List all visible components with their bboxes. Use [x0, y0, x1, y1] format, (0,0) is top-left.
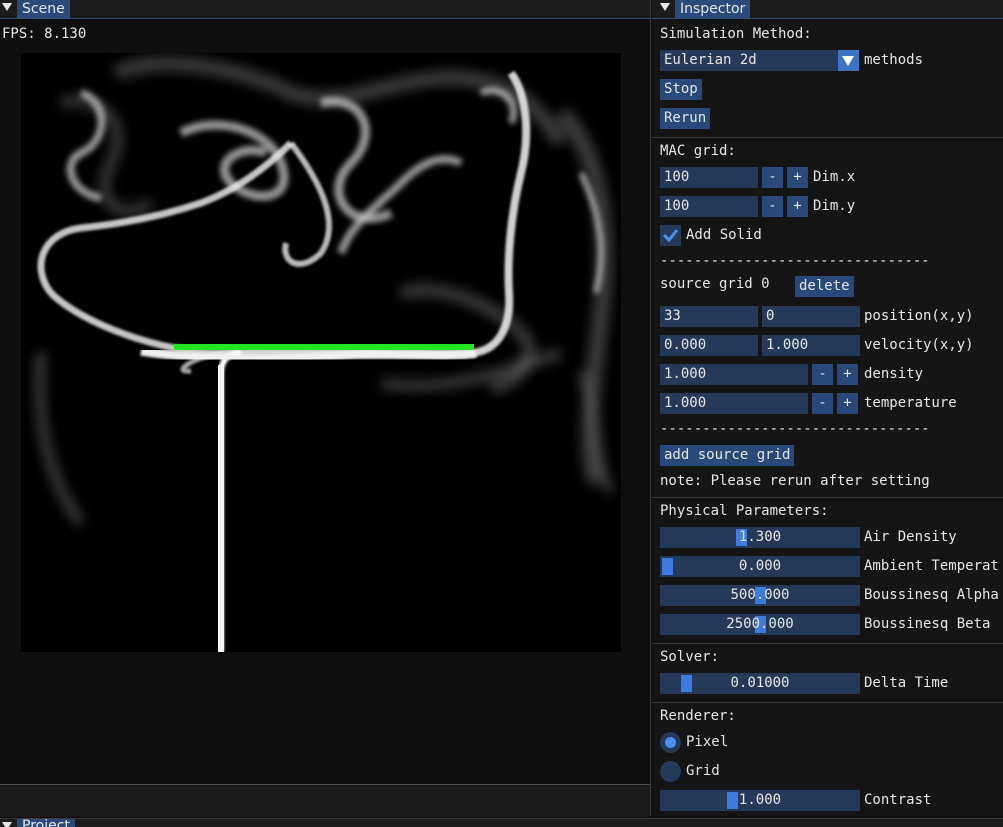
ambient-temperature-value: 0.000: [738, 558, 782, 574]
density-input[interactable]: 1.000: [660, 364, 808, 385]
project-panel: Project: [0, 818, 1003, 827]
separator: [652, 643, 1003, 644]
solid-obstacle-bar: [174, 344, 474, 350]
dim-x-decrement-button[interactable]: -: [762, 167, 783, 188]
pixel-radio[interactable]: [660, 732, 681, 753]
air-density-slider[interactable]: 1.300: [660, 527, 860, 548]
air-density-value: 1.300: [738, 529, 782, 545]
add-source-grid-button[interactable]: add source grid: [660, 445, 795, 466]
delta-time-label: Delta Time: [864, 675, 949, 691]
dim-y-increment-button[interactable]: +: [787, 196, 808, 217]
fps-readout: FPS: 8.130: [2, 26, 87, 42]
grid-radio[interactable]: [660, 761, 681, 782]
dim-x-label: Dim.x: [813, 169, 856, 185]
radio-selected-dot: [665, 737, 676, 748]
boussinesq-alpha-slider[interactable]: 500.000: [660, 585, 860, 606]
contrast-slider[interactable]: 1.000: [660, 790, 860, 811]
rerun-note: note: Please rerun after setting: [660, 473, 930, 489]
density-label: density: [864, 366, 924, 382]
simulation-viewport[interactable]: [21, 53, 621, 652]
inspector-panel: Inspector Simulation Method: Eulerian 2d…: [652, 0, 1003, 816]
physical-parameters-title: Physical Parameters:: [660, 503, 829, 519]
position-y-input[interactable]: 0: [762, 306, 860, 327]
chevron-down-icon[interactable]: [838, 50, 859, 71]
project-tab[interactable]: Project: [17, 819, 75, 827]
boussinesq-beta-value: 2500.000: [726, 616, 794, 632]
scene-bottom-strip: [0, 784, 650, 817]
method-combo[interactable]: Eulerian 2d: [660, 50, 838, 71]
add-solid-label: Add Solid: [686, 227, 762, 243]
ambient-temperature-slider[interactable]: 0.000: [660, 556, 860, 577]
ambient-temperature-label: Ambient Temperat: [864, 558, 999, 574]
temperature-increment-button[interactable]: +: [837, 393, 858, 414]
temperature-decrement-button[interactable]: -: [812, 393, 833, 414]
contrast-value: 1.000: [738, 792, 782, 808]
contrast-label: Contrast: [864, 792, 932, 808]
smoke-render: [21, 53, 621, 652]
dim-y-input[interactable]: 100: [660, 196, 758, 217]
dim-y-decrement-button[interactable]: -: [762, 196, 783, 217]
density-increment-button[interactable]: +: [837, 364, 858, 385]
pixel-label: Pixel: [686, 734, 729, 750]
divider-text: --------------------------------: [660, 253, 930, 269]
solver-title: Solver:: [660, 649, 720, 665]
air-density-label: Air Density: [864, 529, 957, 545]
boussinesq-beta-slider[interactable]: 2500.000: [660, 614, 860, 635]
divider-text: --------------------------------: [660, 421, 930, 437]
collapse-arrow-icon[interactable]: [660, 3, 670, 11]
scene-titlebar: Scene: [0, 0, 650, 19]
dim-x-increment-button[interactable]: +: [787, 167, 808, 188]
delete-source-button[interactable]: delete: [795, 276, 854, 297]
velocity-label: velocity(x,y): [864, 337, 974, 353]
checkmark-icon: [662, 229, 679, 243]
boussinesq-alpha-value: 500.000: [730, 587, 790, 603]
project-titlebar: Project: [0, 819, 1003, 827]
delta-time-value: 0.01000: [730, 675, 790, 691]
add-solid-checkbox[interactable]: [660, 225, 681, 246]
mac-grid-label: MAC grid:: [660, 143, 736, 159]
scene-panel: Scene FPS: 8.130: [0, 0, 651, 817]
separator: [652, 497, 1003, 498]
boussinesq-alpha-label: Boussinesq Alpha: [864, 587, 999, 603]
stop-button[interactable]: Stop: [660, 79, 702, 100]
dim-x-input[interactable]: 100: [660, 167, 758, 188]
separator: [652, 702, 1003, 703]
separator: [652, 137, 1003, 138]
source-grid-title: source grid 0: [660, 276, 770, 292]
velocity-x-input[interactable]: 0.000: [660, 335, 758, 356]
collapse-arrow-icon[interactable]: [2, 3, 12, 11]
position-x-input[interactable]: 33: [660, 306, 758, 327]
density-decrement-button[interactable]: -: [812, 364, 833, 385]
velocity-y-input[interactable]: 1.000: [762, 335, 860, 356]
methods-label: methods: [864, 52, 924, 68]
collapse-arrow-icon[interactable]: [2, 822, 12, 827]
grid-label: Grid: [686, 763, 720, 779]
boussinesq-beta-label: Boussinesq Beta: [864, 616, 991, 632]
rerun-button[interactable]: Rerun: [660, 108, 711, 129]
position-label: position(x,y): [864, 308, 974, 324]
temperature-input[interactable]: 1.000: [660, 393, 808, 414]
dim-y-label: Dim.y: [813, 198, 856, 214]
temperature-label: temperature: [864, 395, 957, 411]
simulation-method-label: Simulation Method:: [660, 26, 812, 42]
inspector-tab[interactable]: Inspector: [675, 0, 751, 18]
delta-time-slider[interactable]: 0.01000: [660, 673, 860, 694]
renderer-title: Renderer:: [660, 708, 736, 724]
inspector-titlebar: Inspector: [652, 0, 1003, 19]
scene-tab[interactable]: Scene: [17, 0, 70, 18]
